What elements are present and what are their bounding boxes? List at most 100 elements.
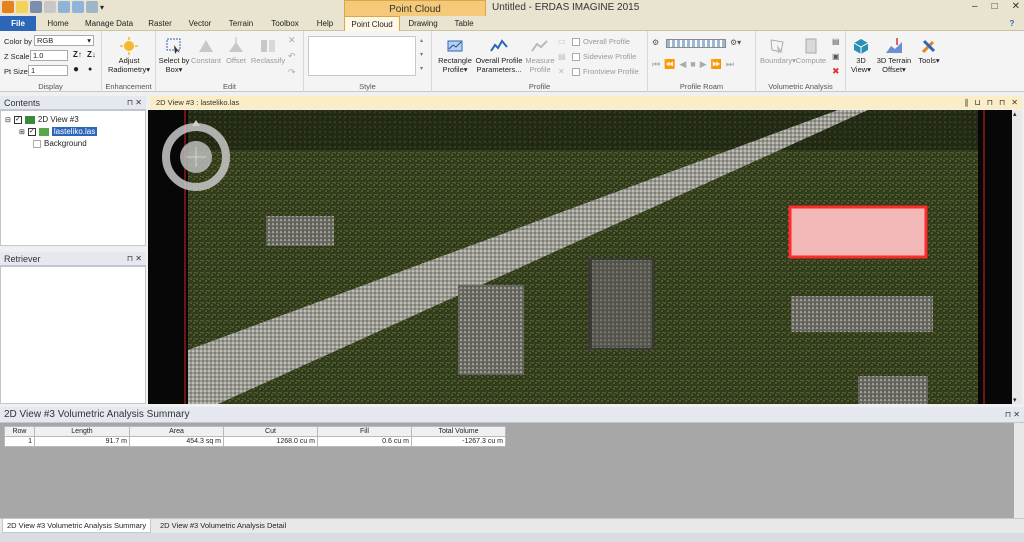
map-viewport[interactable] bbox=[148, 110, 1020, 404]
zoom-in-icon[interactable] bbox=[58, 1, 70, 13]
tab-terrain[interactable]: Terrain bbox=[222, 16, 260, 31]
tab-table[interactable]: Table bbox=[446, 16, 482, 31]
tree-item-background[interactable]: Background bbox=[33, 139, 87, 148]
collapse-icon[interactable]: ⊟ bbox=[5, 116, 11, 124]
column-header[interactable]: Total Volume bbox=[411, 426, 506, 437]
select-by-box-button[interactable]: Select by Box▾ bbox=[158, 37, 190, 74]
compute-button[interactable]: Compute bbox=[794, 37, 828, 65]
scroll-down-icon[interactable]: ▾ bbox=[1013, 396, 1017, 404]
pin-icon[interactable]: ⊓ bbox=[999, 96, 1005, 109]
pointer-icon[interactable] bbox=[44, 1, 56, 13]
point-smaller-icon[interactable]: ● bbox=[88, 66, 92, 73]
tab-point-cloud[interactable]: Point Cloud bbox=[344, 16, 400, 31]
3d-view-button[interactable]: 3D View▾ bbox=[848, 37, 874, 74]
pt-size-label: Pt Size bbox=[4, 67, 28, 76]
save-icon[interactable] bbox=[30, 1, 42, 13]
open-folder-icon[interactable] bbox=[16, 1, 28, 13]
tab-file[interactable]: File bbox=[0, 16, 36, 31]
tab-volumetric-detail[interactable]: 2D View #3 Volumetric Analysis Detail bbox=[156, 519, 290, 533]
overall-profile-checkbox[interactable]: Overall Profile bbox=[572, 37, 630, 46]
tab-help[interactable]: Help bbox=[310, 16, 340, 31]
z-scale-input[interactable]: 1.0 bbox=[30, 50, 68, 61]
close-icon[interactable]: ✕ bbox=[1011, 96, 1018, 109]
tab-toolbox[interactable]: Toolbox bbox=[264, 16, 306, 31]
undo-icon[interactable]: ↶ bbox=[288, 51, 296, 62]
step-forward-icon[interactable]: ⏩ bbox=[711, 59, 722, 70]
pin-icon[interactable]: ⊓ bbox=[1005, 410, 1011, 419]
frontview-profile-checkbox[interactable]: Frontview Profile bbox=[572, 67, 639, 76]
lock-icon[interactable]: ⊓ bbox=[987, 96, 993, 109]
roam-settings-icon[interactable]: ⚙ bbox=[652, 38, 659, 47]
play-icon[interactable]: ▶ bbox=[700, 59, 707, 70]
maximize-button[interactable]: □ bbox=[992, 1, 998, 12]
checkbox-icon[interactable] bbox=[33, 139, 41, 148]
pt-size-input[interactable]: 1 bbox=[28, 65, 68, 76]
step-back-icon[interactable]: ⏪ bbox=[664, 59, 675, 70]
gallery-more-icon[interactable]: ▾ bbox=[420, 65, 423, 72]
z-scale-down-icon[interactable]: Z↓ bbox=[87, 50, 96, 59]
scroll-down-icon[interactable]: ▾ bbox=[420, 51, 423, 58]
volume-report-icon[interactable]: ▤ bbox=[832, 37, 840, 46]
sideview-profile-checkbox[interactable]: Sideview Profile bbox=[572, 52, 636, 61]
rectangle-profile-button[interactable]: Rectangle Profile▾ bbox=[436, 37, 474, 74]
play-back-icon[interactable]: ◀ bbox=[679, 59, 686, 70]
tab-volumetric-summary[interactable]: 2D View #3 Volumetric Analysis Summary bbox=[2, 519, 152, 533]
first-frame-icon[interactable]: ⏮ bbox=[652, 59, 660, 70]
column-header[interactable]: Area bbox=[129, 426, 224, 437]
z-scale-up-icon[interactable]: Z↑ bbox=[73, 50, 82, 59]
tools-button[interactable]: Tools▾ bbox=[916, 37, 942, 65]
roam-options-icon[interactable]: ⚙▾ bbox=[730, 38, 741, 47]
tab-manage-data[interactable]: Manage Data bbox=[80, 16, 138, 31]
table-row[interactable]: 1 91.7 m 454.3 sq m 1268.0 cu m 0.6 cu m… bbox=[4, 436, 506, 447]
checkbox-checked-icon[interactable]: ✓ bbox=[27, 127, 36, 136]
last-frame-icon[interactable]: ⏭ bbox=[726, 59, 734, 70]
adjust-radiometry-button[interactable]: Adjust Radiometry▾ bbox=[106, 37, 152, 74]
constant-button[interactable]: Constant bbox=[190, 37, 222, 65]
tab-drawing[interactable]: Drawing bbox=[404, 16, 442, 31]
summary-scrollbar[interactable] bbox=[1014, 423, 1024, 518]
zoom-out-icon[interactable] bbox=[72, 1, 84, 13]
close-button[interactable]: ✕ bbox=[1012, 1, 1020, 12]
checkbox-checked-icon[interactable]: ✓ bbox=[13, 115, 22, 124]
unlock-icon[interactable]: ⊔ bbox=[975, 96, 981, 109]
close-icon[interactable]: ✕ bbox=[135, 254, 142, 263]
roam-speed-slider[interactable] bbox=[666, 39, 726, 48]
minimize-button[interactable]: – bbox=[972, 1, 978, 12]
link-icon[interactable]: ∥ bbox=[965, 96, 969, 109]
tab-home[interactable]: Home bbox=[40, 16, 76, 31]
column-header[interactable]: Cut bbox=[223, 426, 318, 437]
view-scrollbar[interactable]: ▴ ▾ bbox=[1012, 110, 1022, 404]
scroll-up-icon[interactable]: ▴ bbox=[1013, 110, 1017, 118]
column-header[interactable]: Length bbox=[34, 426, 130, 437]
delete-icon[interactable]: ✕ bbox=[288, 35, 296, 46]
tree-item-layer[interactable]: ⊞ ✓ lasteliko.las bbox=[19, 127, 98, 136]
help-icon[interactable]: ? bbox=[1004, 16, 1020, 31]
app-menu-icon[interactable] bbox=[2, 1, 14, 13]
overall-profile-parameters-button[interactable]: Overall Profile Parameters... bbox=[474, 37, 524, 74]
expand-icon[interactable]: ⊞ bbox=[19, 128, 25, 136]
color-by-select[interactable]: RGB ▾ bbox=[34, 35, 94, 46]
column-header[interactable]: Fill bbox=[317, 426, 412, 437]
point-larger-icon[interactable]: ● bbox=[73, 64, 79, 75]
pin-icon[interactable]: ⊓ bbox=[127, 98, 133, 107]
offset-button[interactable]: Offset bbox=[222, 37, 250, 65]
volume-save-icon[interactable]: ▣ bbox=[832, 52, 840, 61]
customize-qat-icon[interactable]: ▾ bbox=[100, 3, 104, 12]
pan-icon[interactable] bbox=[86, 1, 98, 13]
scroll-up-icon[interactable]: ▴ bbox=[420, 37, 423, 44]
tab-raster[interactable]: Raster bbox=[142, 16, 178, 31]
reclassify-button[interactable]: Reclassify bbox=[250, 37, 286, 65]
tab-vector[interactable]: Vector bbox=[182, 16, 218, 31]
style-gallery[interactable] bbox=[308, 36, 416, 76]
tree-item-view[interactable]: ⊟ ✓ 2D View #3 bbox=[5, 115, 79, 124]
3d-terrain-offset-button[interactable]: 3D Terrain Offset▾ bbox=[874, 37, 914, 74]
redo-icon[interactable]: ↷ bbox=[288, 67, 296, 78]
pin-icon[interactable]: ⊓ bbox=[127, 254, 133, 263]
column-header[interactable]: Row bbox=[4, 426, 35, 437]
close-icon[interactable]: ✕ bbox=[135, 98, 142, 107]
volume-delete-icon[interactable]: ✖ bbox=[832, 66, 840, 77]
boundary-button[interactable]: Boundary▾ bbox=[760, 37, 796, 65]
measure-profile-button[interactable]: Measure Profile bbox=[524, 37, 556, 74]
stop-icon[interactable]: ■ bbox=[690, 59, 695, 70]
close-icon[interactable]: ✕ bbox=[1013, 410, 1020, 419]
